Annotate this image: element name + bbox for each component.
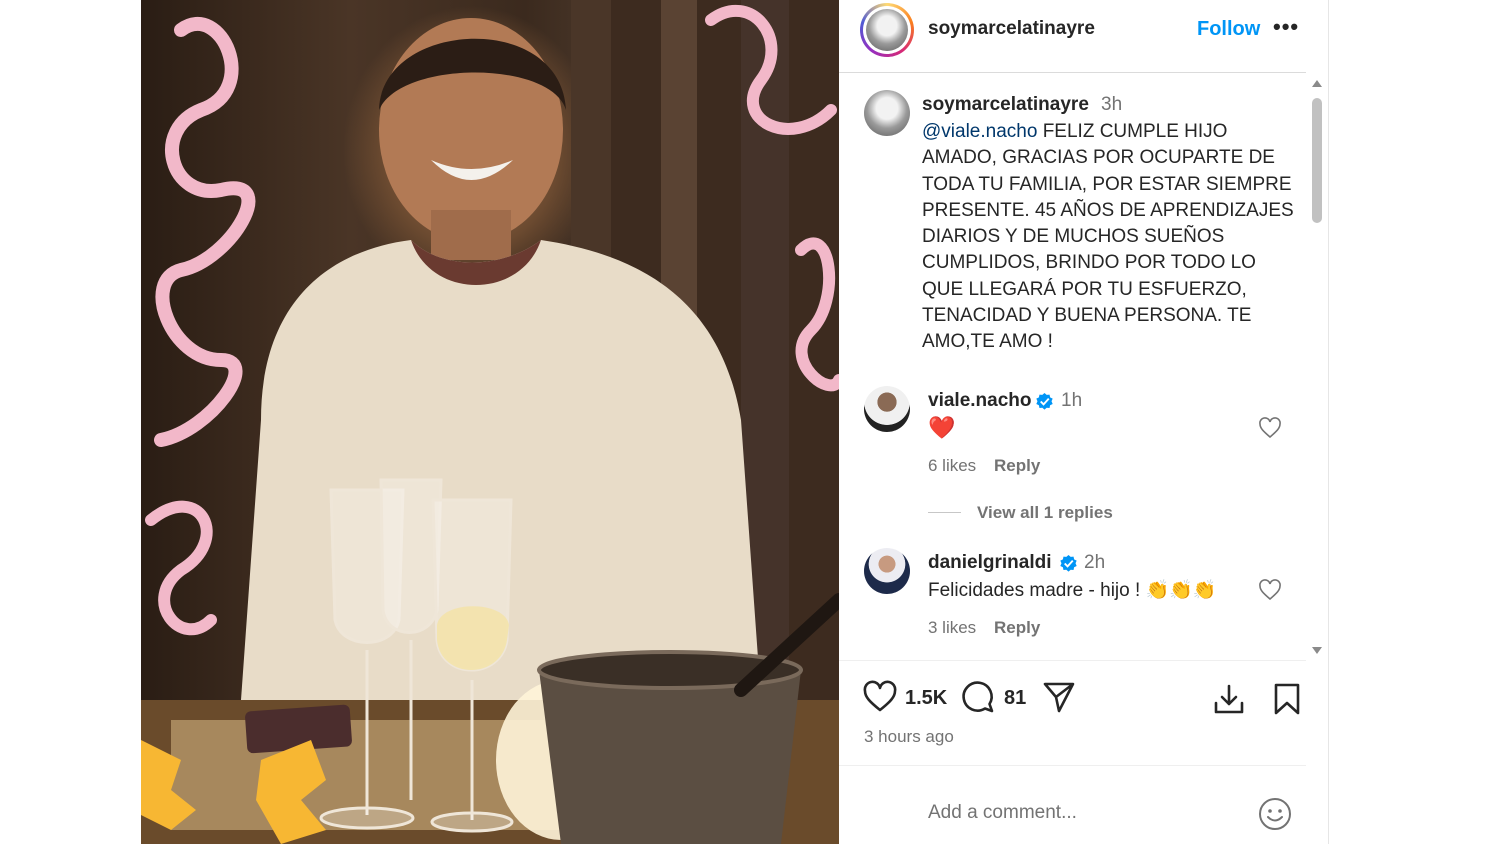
download-icon[interactable] [1212, 682, 1246, 716]
reply-button[interactable]: Reply [994, 618, 1040, 638]
post-header: soymarcelatinayre Follow ••• [839, 0, 1328, 72]
comment-time[interactable]: 2h [1084, 552, 1105, 574]
comment-username[interactable]: viale.nacho [928, 390, 1032, 412]
actions-divider [839, 660, 1306, 661]
photo-illustration [141, 0, 839, 844]
post-detail-panel: soymarcelatinayre Follow ••• soymarcelat… [839, 0, 1329, 844]
emoji-icon[interactable] [1258, 797, 1292, 831]
header-divider [839, 72, 1306, 73]
comment-input-divider [839, 765, 1306, 766]
comments-scroll-area[interactable]: soymarcelatinayre 3h @viale.nacho FELIZ … [839, 80, 1309, 655]
scroll-down-arrow-icon[interactable] [1312, 647, 1322, 654]
comment-count[interactable]: 81 [1004, 687, 1026, 710]
replies-line [928, 512, 961, 513]
comment-username[interactable]: danielgrinaldi [928, 552, 1052, 574]
caption-mention[interactable]: @viale.nacho [922, 121, 1037, 142]
more-options-icon[interactable]: ••• [1273, 14, 1299, 40]
scroll-up-arrow-icon[interactable] [1312, 80, 1322, 87]
follow-button[interactable]: Follow [1197, 18, 1260, 41]
scrollbar-thumb[interactable] [1312, 98, 1322, 223]
share-icon[interactable] [1042, 680, 1076, 714]
post-photo [141, 0, 839, 844]
caption-text: @viale.nacho FELIZ CUMPLE HIJO AMADO, GR… [922, 119, 1294, 356]
comment-like-heart-icon[interactable] [1258, 416, 1282, 440]
author-avatar[interactable] [860, 3, 914, 57]
verified-badge-icon [1036, 392, 1053, 410]
caption-avatar[interactable] [864, 90, 910, 136]
verified-badge-icon [1060, 554, 1077, 572]
post-time-ago[interactable]: 3 hours ago [864, 727, 954, 747]
comments-scrollbar[interactable] [1311, 80, 1323, 654]
comment-likes[interactable]: 6 likes [928, 456, 976, 476]
like-count[interactable]: 1.5K [905, 687, 947, 710]
comment-time[interactable]: 1h [1061, 390, 1082, 412]
author-username[interactable]: soymarcelatinayre [928, 18, 1095, 40]
heart-icon[interactable] [863, 680, 897, 714]
comment-text: Felicidades madre - hijo ! 👏👏👏 [928, 580, 1217, 601]
caption-time[interactable]: 3h [1101, 94, 1122, 116]
comment-likes[interactable]: 3 likes [928, 618, 976, 638]
caption-body: FELIZ CUMPLE HIJO AMADO, GRACIAS POR OCU… [922, 121, 1294, 353]
comment-text: ❤️ [928, 415, 956, 440]
bookmark-icon[interactable] [1270, 682, 1304, 716]
caption-username[interactable]: soymarcelatinayre [922, 94, 1089, 116]
comment-icon[interactable] [961, 680, 995, 714]
comment-avatar[interactable] [864, 386, 910, 432]
reply-button[interactable]: Reply [994, 456, 1040, 476]
add-comment-input[interactable]: Add a comment... [928, 802, 1077, 824]
view-replies-button[interactable]: View all 1 replies [977, 503, 1113, 523]
comment-avatar[interactable] [864, 548, 910, 594]
comment-like-heart-icon[interactable] [1258, 578, 1282, 602]
